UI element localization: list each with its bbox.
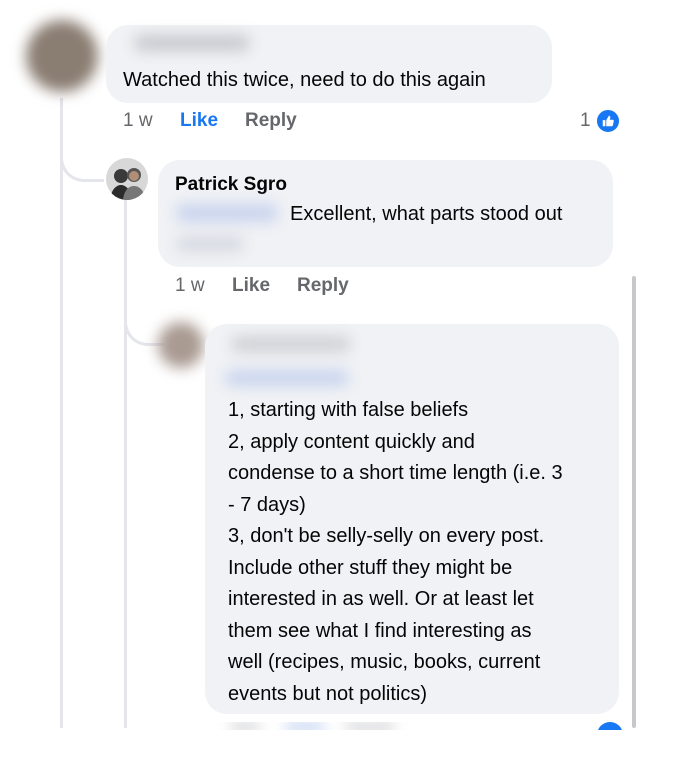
comment-line: - 7 days): [228, 493, 306, 516]
mention-redacted: [225, 370, 349, 386]
comment-line: 3, don't be selly-selly on every post.: [228, 525, 545, 547]
comment-line: events but not politics): [228, 682, 427, 705]
avatar[interactable]: [158, 322, 204, 368]
timestamp[interactable]: 1 w: [123, 110, 153, 132]
author-name-redacted: [231, 336, 351, 352]
avatar[interactable]: [26, 20, 98, 92]
reply-button[interactable]: Reply: [245, 110, 297, 132]
comment-actions: 1 w Like Reply: [0, 275, 691, 301]
comment-actions-cutoff: [0, 722, 691, 730]
comment-line: 1, starting with false beliefs: [228, 399, 469, 421]
author-name-redacted: [134, 35, 250, 51]
comment-line: Include other stuff they might be: [228, 556, 513, 579]
comment-line: them see what I find interesting as: [228, 619, 532, 642]
comment-line: interested in as well. Or at least let: [228, 588, 534, 610]
comment-bubble: Patrick Sgro Excellent, what parts stood…: [158, 160, 613, 267]
author-name[interactable]: Patrick Sgro: [175, 174, 287, 196]
comment-line: condense to a short time length (i.e. 3: [228, 462, 563, 484]
comment-bubble: Watched this twice, need to do this agai…: [106, 25, 552, 103]
reaction-count[interactable]: 1: [580, 110, 591, 132]
comment-actions: 1 w Like Reply 1: [0, 110, 691, 136]
thumbs-up-icon[interactable]: [595, 108, 621, 134]
scrollbar-thumb[interactable]: [632, 276, 636, 728]
mention-redacted: [176, 236, 244, 252]
reply-button[interactable]: Reply: [297, 275, 349, 297]
comment-text: 1, starting with false beliefs 2, apply …: [228, 395, 563, 710]
comment-bubble: 1, starting with false beliefs 2, apply …: [205, 324, 619, 714]
thread-curve-reply1: [60, 140, 104, 182]
mention-redacted: [176, 204, 278, 222]
comment-text: Watched this twice, need to do this agai…: [123, 69, 486, 91]
screen-bottom: [0, 730, 691, 761]
thread-line-main: [60, 98, 63, 728]
timestamp[interactable]: 1 w: [175, 275, 205, 297]
avatar[interactable]: [106, 158, 148, 200]
comment-line: 2, apply content quickly and: [228, 430, 475, 453]
comment-line: well (recipes, music, books, current: [228, 651, 541, 673]
thumbs-up-icon: [597, 722, 623, 730]
comment-text: Excellent, what parts stood out: [290, 203, 563, 225]
like-button[interactable]: Like: [232, 275, 270, 297]
like-button[interactable]: Like: [180, 110, 218, 132]
